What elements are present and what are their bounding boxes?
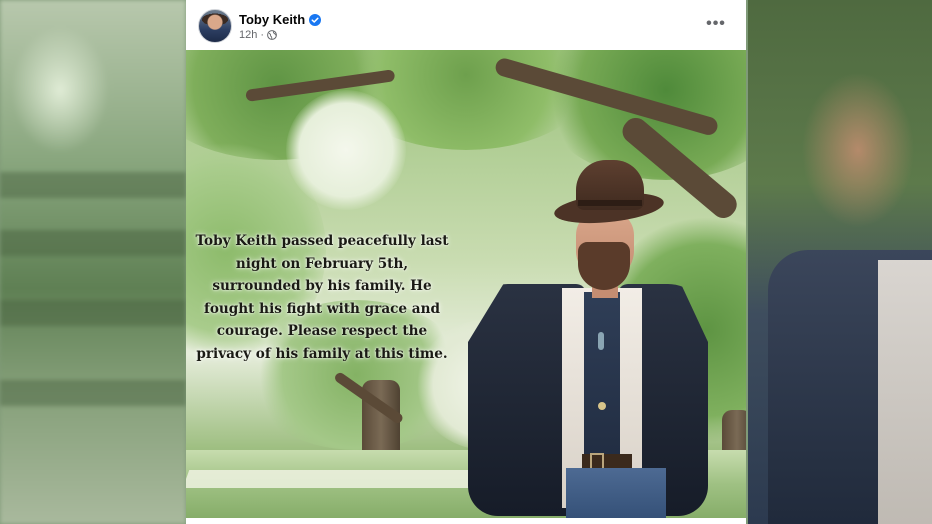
photo-subject-figure bbox=[466, 106, 708, 518]
post-header: Toby Keith 12h · ••• bbox=[186, 0, 746, 50]
post-timestamp[interactable]: 12h bbox=[239, 29, 257, 41]
blurred-background-right bbox=[748, 0, 932, 524]
garden-path bbox=[186, 470, 510, 488]
author-avatar[interactable] bbox=[198, 9, 232, 43]
post-photo[interactable]: Toby Keith passed peacefully last night … bbox=[186, 50, 746, 518]
globe-icon[interactable] bbox=[267, 30, 277, 40]
facebook-post: Toby Keith 12h · ••• Toby Keith passed p… bbox=[186, 0, 746, 524]
post-meta: 12h · bbox=[239, 28, 277, 42]
verified-badge-icon bbox=[309, 13, 322, 26]
photo-caption: Toby Keith passed peacefully last night … bbox=[192, 230, 452, 366]
meta-separator: · bbox=[260, 29, 265, 41]
caption-line: surrounded by his family. He bbox=[212, 278, 432, 295]
caption-line: courage. Please respect the bbox=[216, 323, 428, 340]
blurred-background-left bbox=[0, 0, 186, 524]
caption-line: Toby Keith passed peacefully last bbox=[195, 233, 449, 249]
caption-line: fought his fight with grace and bbox=[203, 300, 440, 317]
caption-line: privacy of his family at this time. bbox=[196, 345, 448, 362]
more-options-icon[interactable]: ••• bbox=[704, 14, 728, 34]
caption-line: night on February 5th, bbox=[235, 255, 409, 272]
author-name[interactable]: Toby Keith bbox=[239, 12, 305, 27]
author-name-row: Toby Keith bbox=[239, 10, 322, 28]
